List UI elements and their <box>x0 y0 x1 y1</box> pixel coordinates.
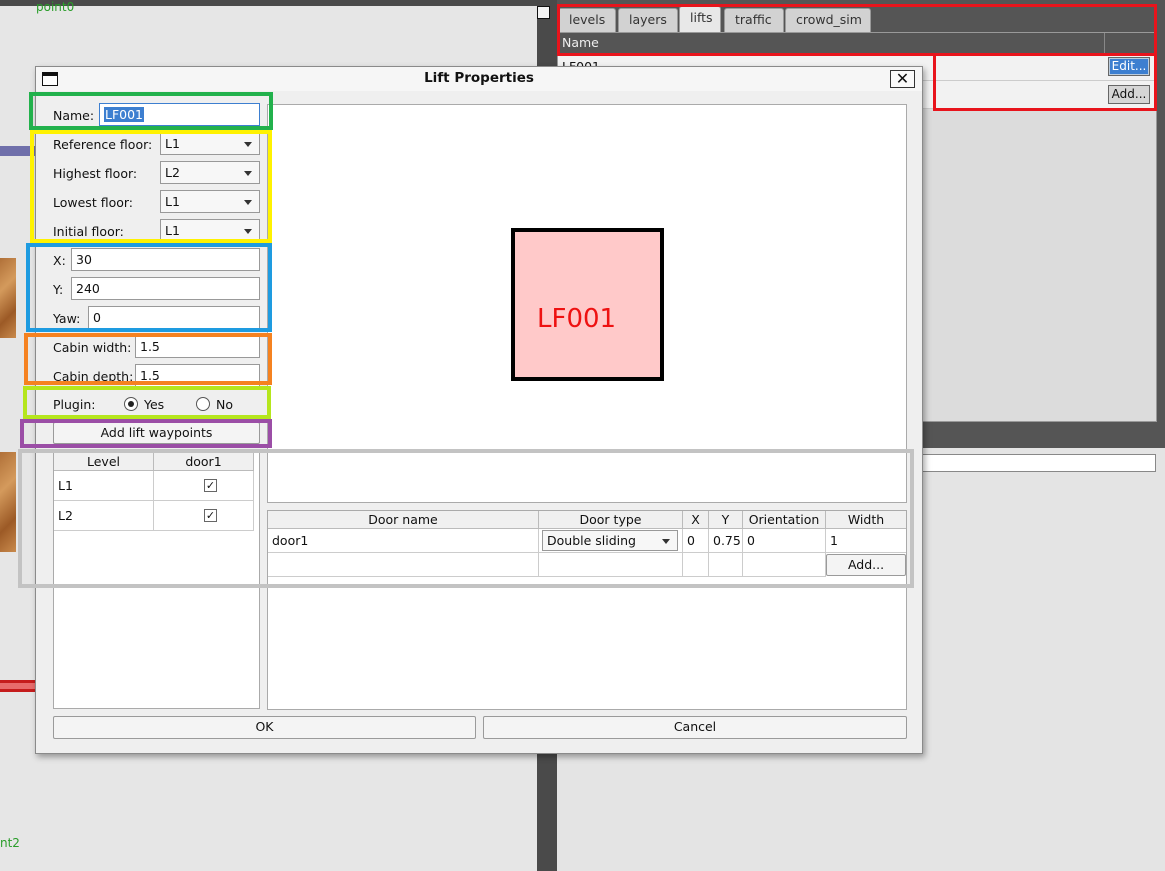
door-type-cell: Double sliding <box>539 529 683 553</box>
map-floor-texture <box>0 258 16 338</box>
lowest-floor-label: Lowest floor: <box>53 195 133 210</box>
dialog-title: Lift Properties <box>424 70 534 86</box>
lowest-floor-select[interactable]: L1 <box>160 190 260 213</box>
name-label: Name: <box>53 108 95 123</box>
name-input[interactable]: LF001 <box>99 103 260 126</box>
door-orientation-cell[interactable]: 0 <box>743 529 826 553</box>
plugin-yes-radio[interactable] <box>124 397 138 411</box>
initial-floor-label: Initial floor: <box>53 224 124 239</box>
tab-lifts[interactable]: lifts <box>679 6 721 32</box>
lifts-column-name: Name <box>562 35 599 50</box>
initial-floor-value: L1 <box>165 223 180 238</box>
tab-bar: levels layers lifts traffic crowd_sim <box>557 6 1157 32</box>
yaw-input[interactable]: 0 <box>88 306 260 329</box>
plugin-label: Plugin: <box>53 397 96 412</box>
plugin-yes-label: Yes <box>144 397 165 412</box>
lifts-table-header: Name <box>558 33 1156 53</box>
door-empty-cell <box>539 553 683 577</box>
map-lane-segment <box>0 680 40 692</box>
map-wall-segment <box>0 146 40 156</box>
x-input[interactable]: 30 <box>71 248 260 271</box>
tab-crowd-sim[interactable]: crowd_sim <box>785 8 871 32</box>
map-point-label-bottom: nt2 <box>0 836 20 850</box>
door-orientation-column-header: Orientation <box>743 511 826 529</box>
lift-cabin-shape[interactable]: LF001 <box>511 228 664 381</box>
reference-floor-value: L1 <box>165 136 180 151</box>
map-point-label-top: point0 <box>36 0 75 14</box>
reference-floor-label: Reference floor: <box>53 137 153 152</box>
door-check-cell: ✓ <box>154 471 254 501</box>
door-type-value: Double sliding <box>547 533 636 548</box>
add-door-button[interactable]: Add... <box>826 554 906 576</box>
cabin-depth-input[interactable]: 1.5 <box>135 364 260 387</box>
door-type-select[interactable]: Double sliding <box>542 530 678 551</box>
level-column-header: Level <box>54 453 154 471</box>
cabin-depth-label: Cabin depth: <box>53 369 134 384</box>
chevron-down-icon <box>244 171 252 176</box>
level-door-table: Level door1 L1 ✓ L2 ✓ <box>53 452 260 709</box>
highest-floor-select[interactable]: L2 <box>160 161 260 184</box>
close-button[interactable]: ✕ <box>890 70 915 88</box>
door-empty-cell <box>683 553 709 577</box>
name-input-value: LF001 <box>104 107 145 122</box>
y-input[interactable]: 240 <box>71 277 260 300</box>
door-width-cell[interactable]: 1 <box>826 529 906 553</box>
door-width-column-header: Width <box>826 511 906 529</box>
door-y-cell[interactable]: 0.75 <box>709 529 743 553</box>
dialog-titlebar[interactable]: Lift Properties ✕ <box>36 67 922 91</box>
lowest-floor-value: L1 <box>165 194 180 209</box>
door-empty-cell <box>743 553 826 577</box>
door-type-column-header: Door type <box>539 511 683 529</box>
x-label: X: <box>53 253 66 268</box>
lift-cabin-label: LF001 <box>537 304 617 334</box>
highest-floor-value: L2 <box>165 165 180 180</box>
chevron-down-icon <box>244 229 252 234</box>
level-cell: L1 <box>54 471 154 501</box>
highest-floor-label: Highest floor: <box>53 166 138 181</box>
cabin-width-label: Cabin width: <box>53 340 132 355</box>
doors-table: Door name Door type X Y Orientation Widt… <box>267 510 907 710</box>
canvas-top-strip <box>0 0 537 6</box>
yaw-label: Yaw: <box>53 311 81 326</box>
edit-lift-button[interactable]: Edit... <box>1108 57 1150 76</box>
door-y-column-header: Y <box>709 511 743 529</box>
map-floor-texture <box>0 452 16 552</box>
lift-preview-canvas[interactable]: LF001 <box>267 104 907 503</box>
cabin-width-input[interactable]: 1.5 <box>135 335 260 358</box>
door-check-cell: ✓ <box>154 501 254 531</box>
door-x-cell[interactable]: 0 <box>683 529 709 553</box>
door-name-column-header: Door name <box>268 511 539 529</box>
door-level-checkbox[interactable]: ✓ <box>204 479 217 492</box>
reference-floor-select[interactable]: L1 <box>160 132 260 155</box>
bottom-dock-field[interactable] <box>920 454 1156 472</box>
door-x-column-header: X <box>683 511 709 529</box>
add-lift-button[interactable]: Add... <box>1108 85 1150 104</box>
cancel-button[interactable]: Cancel <box>483 716 907 739</box>
tab-layers[interactable]: layers <box>618 8 678 32</box>
plugin-no-radio[interactable] <box>196 397 210 411</box>
door-name-cell[interactable]: door1 <box>268 529 539 553</box>
door-empty-cell <box>709 553 743 577</box>
chevron-down-icon <box>244 200 252 205</box>
door1-column-header: door1 <box>154 453 254 471</box>
tab-traffic[interactable]: traffic <box>724 8 784 32</box>
chevron-down-icon <box>662 539 670 544</box>
chevron-down-icon <box>244 142 252 147</box>
door-level-checkbox[interactable]: ✓ <box>204 509 217 522</box>
ok-button[interactable]: OK <box>53 716 476 739</box>
add-lift-waypoints-button[interactable]: Add lift waypoints <box>53 422 260 444</box>
door-empty-cell <box>268 553 539 577</box>
level-cell: L2 <box>54 501 154 531</box>
plugin-no-label: No <box>216 397 233 412</box>
canvas-toggle-box[interactable] <box>537 6 550 19</box>
initial-floor-select[interactable]: L1 <box>160 219 260 242</box>
tab-levels[interactable]: levels <box>558 8 616 32</box>
y-label: Y: <box>53 282 64 297</box>
lift-properties-dialog: Lift Properties ✕ Name: LF001 Reference … <box>35 66 923 754</box>
